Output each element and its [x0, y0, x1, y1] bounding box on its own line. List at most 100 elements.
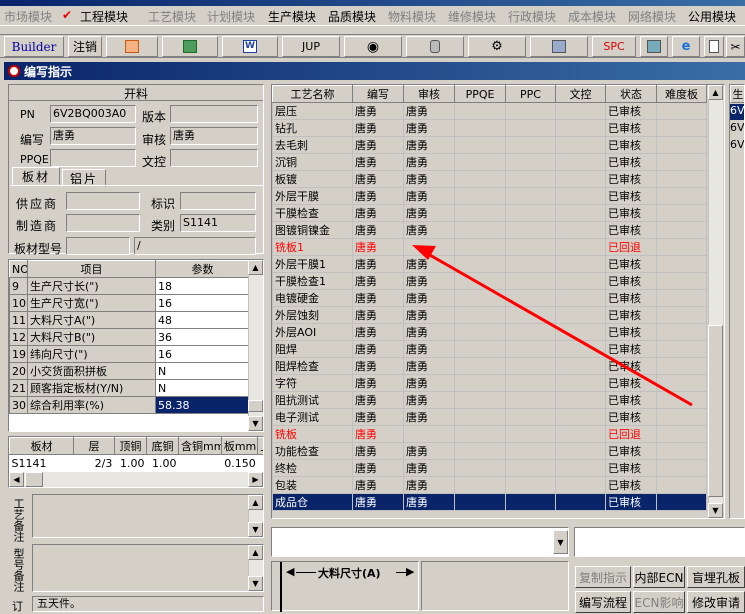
process-cell-empty[interactable]: [505, 476, 556, 494]
process-cell-empty[interactable]: [454, 442, 506, 460]
process-cell-empty[interactable]: [505, 187, 556, 205]
param-cell-item[interactable]: 小交货面积拼板: [27, 362, 156, 380]
ppt-button[interactable]: [106, 36, 158, 57]
process-cell-writer[interactable]: 唐勇: [352, 425, 404, 443]
process-cell-empty[interactable]: [454, 306, 506, 324]
param-cell-value[interactable]: 36: [155, 328, 250, 346]
ie-button[interactable]: e: [672, 36, 700, 57]
process-row[interactable]: 功能检查 唐勇 唐勇 已审核: [272, 442, 707, 460]
process-cell-writer[interactable]: 唐勇: [352, 340, 404, 358]
process-cell-status[interactable]: 已审核: [605, 119, 657, 137]
process-cell-reviewer[interactable]: 唐勇: [403, 459, 455, 477]
process-cell-name[interactable]: 电子测试: [272, 408, 353, 426]
process-cell-reviewer[interactable]: 唐勇: [403, 493, 455, 511]
process-cell-name[interactable]: 钻孔: [272, 119, 353, 137]
board-cell[interactable]: 1.00: [114, 455, 146, 472]
process-cell-empty[interactable]: [505, 493, 556, 511]
process-cell-status[interactable]: 已回退: [605, 425, 657, 443]
process-cell-status[interactable]: 已审核: [605, 442, 657, 460]
process-cell-status[interactable]: 已审核: [605, 459, 657, 477]
process-cell-writer[interactable]: 唐勇: [352, 221, 404, 239]
process-cell-empty[interactable]: [555, 221, 606, 239]
process-cell-name[interactable]: 阻焊: [272, 340, 353, 358]
process-cell-empty[interactable]: [656, 357, 707, 375]
process-cell-status[interactable]: 已审核: [605, 374, 657, 392]
module-cost[interactable]: 成本模块: [568, 8, 616, 25]
scroll-thumb[interactable]: [708, 325, 723, 497]
process-cell-empty[interactable]: [656, 187, 707, 205]
write-flow-button[interactable]: 编写流程: [575, 591, 631, 613]
process-cell-status[interactable]: 已审核: [605, 204, 657, 222]
process-cell-writer[interactable]: 唐勇: [352, 272, 404, 290]
process-cell-empty[interactable]: [555, 425, 606, 443]
process-cell-reviewer[interactable]: 唐勇: [403, 391, 455, 409]
process-cell-empty[interactable]: [555, 476, 606, 494]
process-cell-empty[interactable]: [505, 323, 556, 341]
copy-instruction-button[interactable]: 复制指示: [575, 566, 631, 588]
process-cell-empty[interactable]: [505, 459, 556, 477]
process-cell-empty[interactable]: [454, 493, 506, 511]
process-cell-name[interactable]: 铣板: [272, 425, 353, 443]
process-cell-empty[interactable]: [555, 153, 606, 171]
process-cell-empty[interactable]: [454, 170, 506, 188]
param-row[interactable]: 30 综合利用率(%) 58.38: [9, 396, 250, 414]
param-cell-no[interactable]: 20: [9, 362, 28, 380]
process-cell-empty[interactable]: [656, 459, 707, 477]
right-list-header[interactable]: 生: [730, 85, 744, 103]
process-row[interactable]: 电镀硬金 唐勇 唐勇 已审核: [272, 289, 707, 307]
writer-field[interactable]: 唐勇: [50, 127, 136, 145]
process-row[interactable]: 终检 唐勇 唐勇 已审核: [272, 459, 707, 477]
process-cell-reviewer[interactable]: 唐勇: [403, 272, 455, 290]
process-cell-empty[interactable]: [555, 323, 606, 341]
process-cell-empty[interactable]: [555, 306, 606, 324]
process-cell-status[interactable]: 已审核: [605, 391, 657, 409]
scroll-up-icon[interactable]: ▲: [708, 85, 723, 100]
process-cell-writer[interactable]: 唐勇: [352, 306, 404, 324]
process-cell-empty[interactable]: [555, 119, 606, 137]
process-cell-reviewer[interactable]: 唐勇: [403, 170, 455, 188]
process-col-header[interactable]: 工艺名称: [272, 85, 353, 103]
param-cell-item[interactable]: 生产尺寸宽("): [27, 294, 156, 312]
process-cell-empty[interactable]: [454, 153, 506, 171]
category-field[interactable]: S1141: [180, 214, 256, 232]
process-cell-empty[interactable]: [555, 170, 606, 188]
ppqe-field[interactable]: [50, 149, 136, 167]
process-cell-empty[interactable]: [656, 442, 707, 460]
process-cell-empty[interactable]: [454, 374, 506, 392]
spc-button[interactable]: SPC: [592, 36, 636, 57]
process-row[interactable]: 外层AOI 唐勇 唐勇 已审核: [272, 323, 707, 341]
process-cell-reviewer[interactable]: 唐勇: [403, 187, 455, 205]
module-common[interactable]: 公用模块: [688, 8, 736, 25]
process-cell-empty[interactable]: [454, 391, 506, 409]
param-cell-item[interactable]: 综合利用率(%): [27, 396, 156, 414]
process-cell-reviewer[interactable]: 唐勇: [403, 255, 455, 273]
param-cell-value[interactable]: 58.38: [155, 396, 250, 414]
module-craft[interactable]: 工艺模块: [148, 8, 196, 25]
process-cell-reviewer[interactable]: 唐勇: [403, 204, 455, 222]
logout-button[interactable]: 注销: [68, 36, 102, 57]
process-cell-status[interactable]: 已审核: [605, 187, 657, 205]
process-cell-writer[interactable]: 唐勇: [352, 238, 404, 256]
process-cell-name[interactable]: 字符: [272, 374, 353, 392]
process-cell-name[interactable]: 外层干膜: [272, 187, 353, 205]
module-plan[interactable]: 计划模块: [207, 8, 255, 25]
process-cell-writer[interactable]: 唐勇: [352, 187, 404, 205]
version-field[interactable]: [170, 105, 258, 123]
process-cell-empty[interactable]: [656, 221, 707, 239]
board-cell[interactable]: 2/3: [74, 455, 115, 472]
process-cell-name[interactable]: 沉铜: [272, 153, 353, 171]
modify-review-button[interactable]: 修改审请: [687, 591, 745, 613]
process-cell-empty[interactable]: [454, 323, 506, 341]
process-cell-empty[interactable]: [656, 425, 707, 443]
right-list-item[interactable]: 6V: [730, 121, 744, 134]
process-cell-empty[interactable]: [656, 476, 707, 494]
process-row[interactable]: 干膜检查 唐勇 唐勇 已审核: [272, 204, 707, 222]
module-repair[interactable]: 维修模块: [448, 8, 496, 25]
process-cell-empty[interactable]: [656, 102, 707, 120]
process-cell-empty[interactable]: [555, 102, 606, 120]
process-row[interactable]: 铣板 唐勇 已回退: [272, 425, 707, 443]
process-cell-empty[interactable]: [454, 255, 506, 273]
process-cell-empty[interactable]: [656, 391, 707, 409]
jup-button[interactable]: JUP: [282, 36, 340, 57]
process-row[interactable]: 阻抗测试 唐勇 唐勇 已审核: [272, 391, 707, 409]
